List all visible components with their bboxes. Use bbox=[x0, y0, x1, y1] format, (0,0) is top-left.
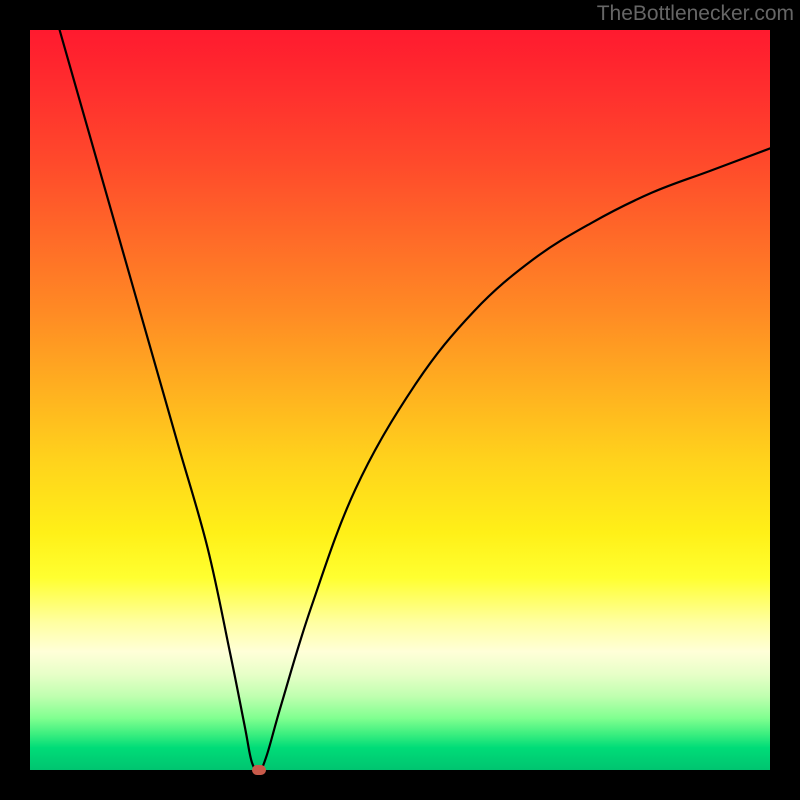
bottleneck-curve bbox=[30, 30, 770, 770]
chart-plot-area bbox=[30, 30, 770, 770]
optimal-point-marker bbox=[252, 765, 266, 775]
attribution-text: TheBottlenecker.com bbox=[597, 2, 794, 26]
